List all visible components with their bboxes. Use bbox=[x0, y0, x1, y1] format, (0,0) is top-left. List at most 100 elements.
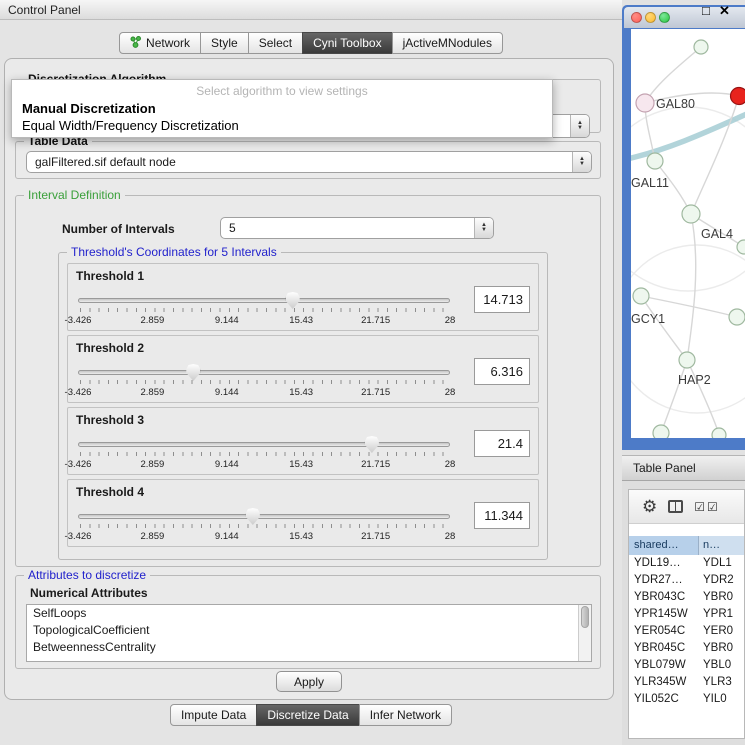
cell-name[interactable]: YIL0 bbox=[699, 691, 744, 708]
edge-thick[interactable] bbox=[631, 113, 745, 159]
threshold-3-slider[interactable] bbox=[78, 435, 450, 459]
dropdown-placeholder: Select algorithm to view settings bbox=[12, 80, 552, 100]
threshold-1-value-input[interactable]: 14.713 bbox=[474, 286, 530, 313]
tab-discretize-data[interactable]: Discretize Data bbox=[256, 704, 359, 726]
gear-icon[interactable]: ⚙ bbox=[642, 498, 657, 515]
tick-labels: -3.426 2.859 9.144 15.43 21.715 28 bbox=[78, 531, 450, 543]
cell-name[interactable]: YDL1 bbox=[699, 555, 744, 572]
table-data-combobox[interactable]: galFiltered.sif default node ▲ ▼ bbox=[26, 151, 592, 173]
cell-name[interactable]: YBL0 bbox=[699, 657, 744, 674]
tab-infer-network[interactable]: Infer Network bbox=[359, 704, 452, 726]
slider-thumb[interactable] bbox=[186, 364, 200, 381]
dropdown-option-equal-width[interactable]: Equal Width/Frequency Discretization bbox=[12, 117, 552, 134]
apply-button[interactable]: Apply bbox=[276, 671, 342, 692]
node-gal80[interactable] bbox=[636, 94, 654, 112]
number-of-intervals-combobox[interactable]: 5 ▲ ▼ bbox=[220, 217, 494, 239]
node-gcy1[interactable] bbox=[633, 288, 649, 304]
table-row[interactable]: YIL052CYIL0 bbox=[629, 691, 744, 708]
tab-cyni-toolbox-label: Cyni Toolbox bbox=[313, 36, 381, 50]
cell-shared-name[interactable]: YBL079W bbox=[629, 657, 699, 674]
cell-shared-name[interactable]: YPR145W bbox=[629, 606, 699, 623]
float-panel-button[interactable]: □ bbox=[702, 3, 710, 18]
show-columns-icons[interactable]: ☑ ☑ bbox=[694, 500, 718, 514]
threshold-2-value-input[interactable]: 6.316 bbox=[474, 358, 530, 385]
column-header-shared-name[interactable]: shared… bbox=[629, 536, 699, 555]
threshold-4-slider[interactable] bbox=[78, 507, 450, 531]
node-gal4[interactable] bbox=[682, 205, 700, 223]
table-row[interactable]: YPR145WYPR1 bbox=[629, 606, 744, 623]
node[interactable] bbox=[729, 309, 745, 325]
slider-thumb[interactable] bbox=[286, 292, 300, 309]
tab-network[interactable]: Network bbox=[119, 32, 201, 54]
list-item-betweennesscentrality[interactable]: BetweennessCentrality bbox=[27, 639, 591, 656]
cell-shared-name[interactable]: YBR043C bbox=[629, 589, 699, 606]
combobox-stepper-icon[interactable]: ▲ ▼ bbox=[572, 152, 591, 172]
list-item-selfloops[interactable]: SelfLoops bbox=[27, 605, 591, 622]
cell-name[interactable]: YBR0 bbox=[699, 589, 744, 606]
table-row[interactable]: YBR045CYBR0 bbox=[629, 640, 744, 657]
cell-name[interactable]: YBR0 bbox=[699, 640, 744, 657]
columns-icon[interactable] bbox=[668, 500, 683, 513]
cell-shared-name[interactable]: YER054C bbox=[629, 623, 699, 640]
tab-network-label: Network bbox=[146, 36, 190, 50]
node-red[interactable] bbox=[731, 88, 745, 105]
close-window-icon[interactable] bbox=[631, 12, 642, 23]
cell-shared-name[interactable]: YDR27… bbox=[629, 572, 699, 589]
table-data-group: Table Data galFiltered.sif default node … bbox=[15, 141, 601, 179]
network-view-window[interactable]: GAL80 GAL11 GAL4 GCY1 HAP2 bbox=[622, 5, 745, 450]
table-row[interactable]: YDL19…YDL1 bbox=[629, 555, 744, 572]
close-panel-button[interactable]: ✕ bbox=[719, 3, 730, 19]
network-canvas[interactable]: GAL80 GAL11 GAL4 GCY1 HAP2 bbox=[631, 29, 745, 438]
cell-name[interactable]: YPR1 bbox=[699, 606, 744, 623]
attributes-list[interactable]: SelfLoops TopologicalCoefficient Between… bbox=[26, 604, 592, 662]
cell-shared-name[interactable]: YBR045C bbox=[629, 640, 699, 657]
minimize-window-icon[interactable] bbox=[645, 12, 656, 23]
node[interactable] bbox=[712, 428, 726, 438]
cell-name[interactable]: YDR2 bbox=[699, 572, 744, 589]
cell-shared-name[interactable]: YLR345W bbox=[629, 674, 699, 691]
cell-shared-name[interactable]: YDL19… bbox=[629, 555, 699, 572]
tab-jactivemnodules[interactable]: jActiveMNodules bbox=[392, 32, 503, 54]
slider-track[interactable] bbox=[78, 514, 450, 519]
list-item-topologicalcoefficient[interactable]: TopologicalCoefficient bbox=[27, 622, 591, 639]
checkbox-icon[interactable]: ☑ bbox=[694, 500, 705, 514]
slider-thumb[interactable] bbox=[246, 508, 260, 525]
slider-track[interactable] bbox=[78, 370, 450, 375]
table-row[interactable]: YER054CYER0 bbox=[629, 623, 744, 640]
tab-impute-data[interactable]: Impute Data bbox=[170, 704, 257, 726]
threshold-3-value-input[interactable]: 21.4 bbox=[474, 430, 530, 457]
threshold-2-slider[interactable] bbox=[78, 363, 450, 387]
table-row[interactable]: YLR345WYLR3 bbox=[629, 674, 744, 691]
cell-name[interactable]: YLR3 bbox=[699, 674, 744, 691]
table-row[interactable]: YDR27…YDR2 bbox=[629, 572, 744, 589]
node[interactable] bbox=[737, 240, 745, 254]
threshold-4-value-input[interactable]: 11.344 bbox=[474, 502, 530, 529]
threshold-4-label: Threshold 4 bbox=[76, 485, 144, 499]
threshold-1-slider[interactable] bbox=[78, 291, 450, 315]
algorithm-dropdown-popup: Select algorithm to view settings Manual… bbox=[11, 79, 553, 138]
combobox-stepper-icon[interactable]: ▲ ▼ bbox=[570, 115, 589, 137]
node-hap2[interactable] bbox=[679, 352, 695, 368]
dropdown-option-manual-discretization[interactable]: Manual Discretization bbox=[12, 100, 552, 117]
scrollbar-thumb[interactable] bbox=[581, 606, 589, 628]
table-row[interactable]: YBR043CYBR0 bbox=[629, 589, 744, 606]
slider-track[interactable] bbox=[78, 442, 450, 447]
combobox-stepper-icon[interactable]: ▲ ▼ bbox=[474, 218, 493, 238]
node-gal11[interactable] bbox=[647, 153, 663, 169]
node[interactable] bbox=[694, 40, 708, 54]
column-header-name[interactable]: n… bbox=[699, 536, 744, 555]
tab-style[interactable]: Style bbox=[200, 32, 249, 54]
slider-thumb[interactable] bbox=[365, 436, 379, 453]
zoom-window-icon[interactable] bbox=[659, 12, 670, 23]
node[interactable] bbox=[653, 425, 669, 438]
numerical-attributes-label: Numerical Attributes bbox=[30, 586, 148, 600]
slider-track[interactable] bbox=[78, 298, 450, 303]
slider-ticks bbox=[80, 308, 450, 312]
cell-shared-name[interactable]: YIL052C bbox=[629, 691, 699, 708]
cell-name[interactable]: YER0 bbox=[699, 623, 744, 640]
tab-cyni-toolbox[interactable]: Cyni Toolbox bbox=[302, 32, 392, 54]
attributes-scrollbar[interactable] bbox=[578, 605, 591, 661]
checkbox-icon[interactable]: ☑ bbox=[707, 500, 718, 514]
table-row[interactable]: YBL079WYBL0 bbox=[629, 657, 744, 674]
tab-select[interactable]: Select bbox=[248, 32, 303, 54]
